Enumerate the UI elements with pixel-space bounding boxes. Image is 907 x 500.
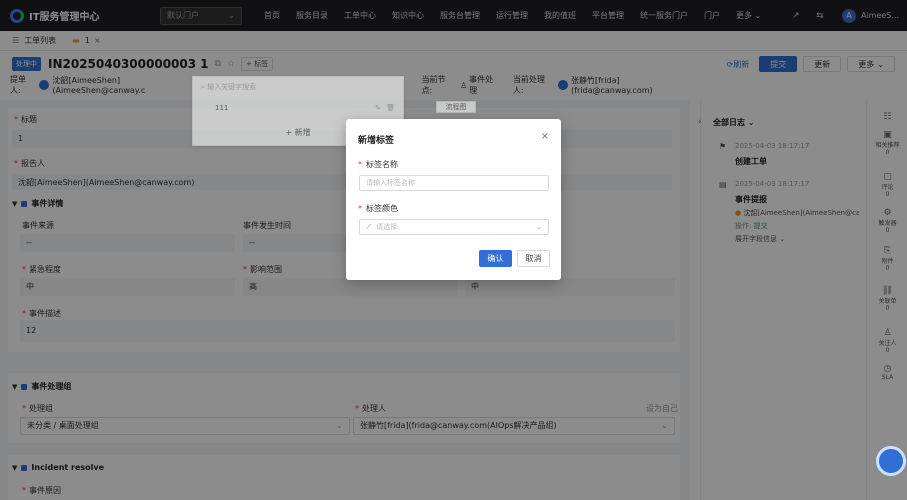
search-icon: ⌕ [201,83,205,91]
tag-name-input[interactable]: 请输入标签名称 [359,175,549,191]
tag-search-input[interactable]: ⌕ 输入关键字搜索 [201,82,256,92]
add-tag-modal: 新增标签 × * 标签名称 请输入标签名称 * 标签颜色 ⟋ 请选择 ⌄ 确认 取消 [346,119,561,280]
tag-name-label: * 标签名称 [358,160,398,169]
flow-chart-button[interactable]: 流程图 [436,101,476,113]
tag-color-select[interactable]: ⟋ 请选择 ⌄ [359,219,549,235]
tag-option[interactable]: 111 [215,104,228,112]
tag-color-placeholder: 请选择 [376,223,398,231]
modal-title: 新增标签 [358,136,395,146]
edit-icon[interactable]: ✎ [375,104,381,112]
brush-icon: ⟋ [366,223,371,231]
assistant-robot-icon[interactable] [876,446,906,476]
cancel-button[interactable]: 取消 [517,250,550,267]
close-icon[interactable]: × [541,131,549,142]
chevron-down-icon: ⌄ [536,223,542,231]
delete-icon[interactable]: 🗑 [386,104,395,112]
tag-color-label: * 标签颜色 [358,204,398,213]
confirm-button[interactable]: 确认 [479,250,512,267]
